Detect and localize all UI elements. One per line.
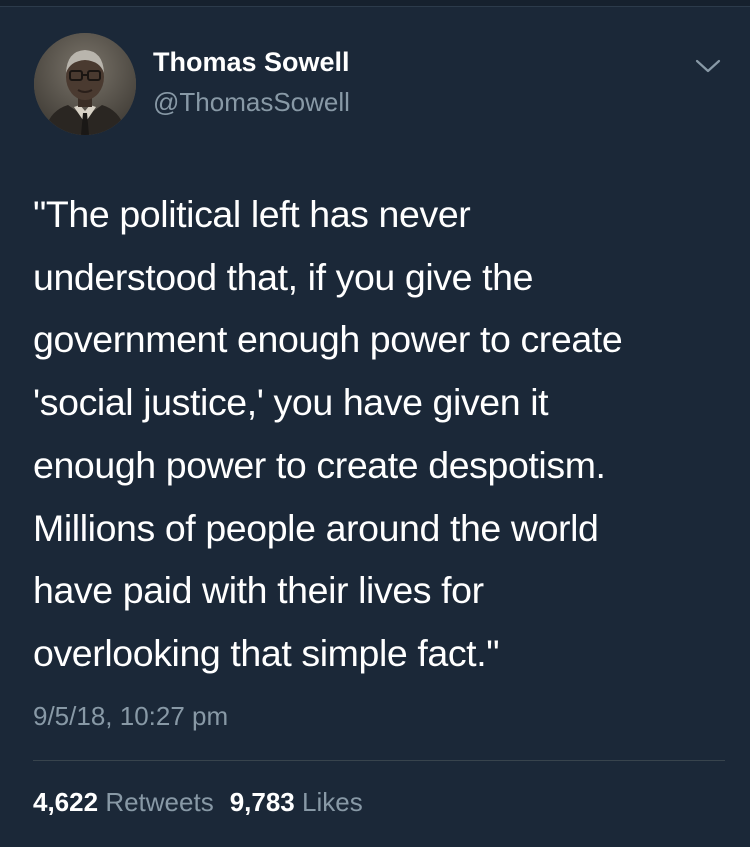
author-name[interactable]: Thomas Sowell [153, 47, 350, 78]
chevron-down-icon[interactable] [692, 54, 724, 78]
author-handle[interactable]: @ThomasSowell [153, 87, 350, 118]
tweet-card: Thomas Sowell @ThomasSowell "The politic… [0, 0, 750, 847]
profile-photo [34, 33, 136, 135]
retweets-count: 4,622 [33, 787, 99, 817]
tweet-timestamp[interactable]: 9/5/18, 10:27 pm [33, 701, 228, 732]
likes-label: Likes [302, 787, 363, 817]
stats-divider [33, 760, 725, 761]
tweet-stats: 4,622 Retweets 9,783 Likes [33, 787, 379, 818]
retweets-label: Retweets [105, 787, 214, 817]
top-divider [0, 0, 750, 7]
retweets-stat[interactable]: 4,622 Retweets [33, 787, 214, 818]
likes-stat[interactable]: 9,783 Likes [230, 787, 363, 818]
likes-count: 9,783 [229, 787, 295, 817]
avatar[interactable] [34, 33, 136, 135]
tweet-text: "The political left has never understood… [33, 193, 623, 674]
